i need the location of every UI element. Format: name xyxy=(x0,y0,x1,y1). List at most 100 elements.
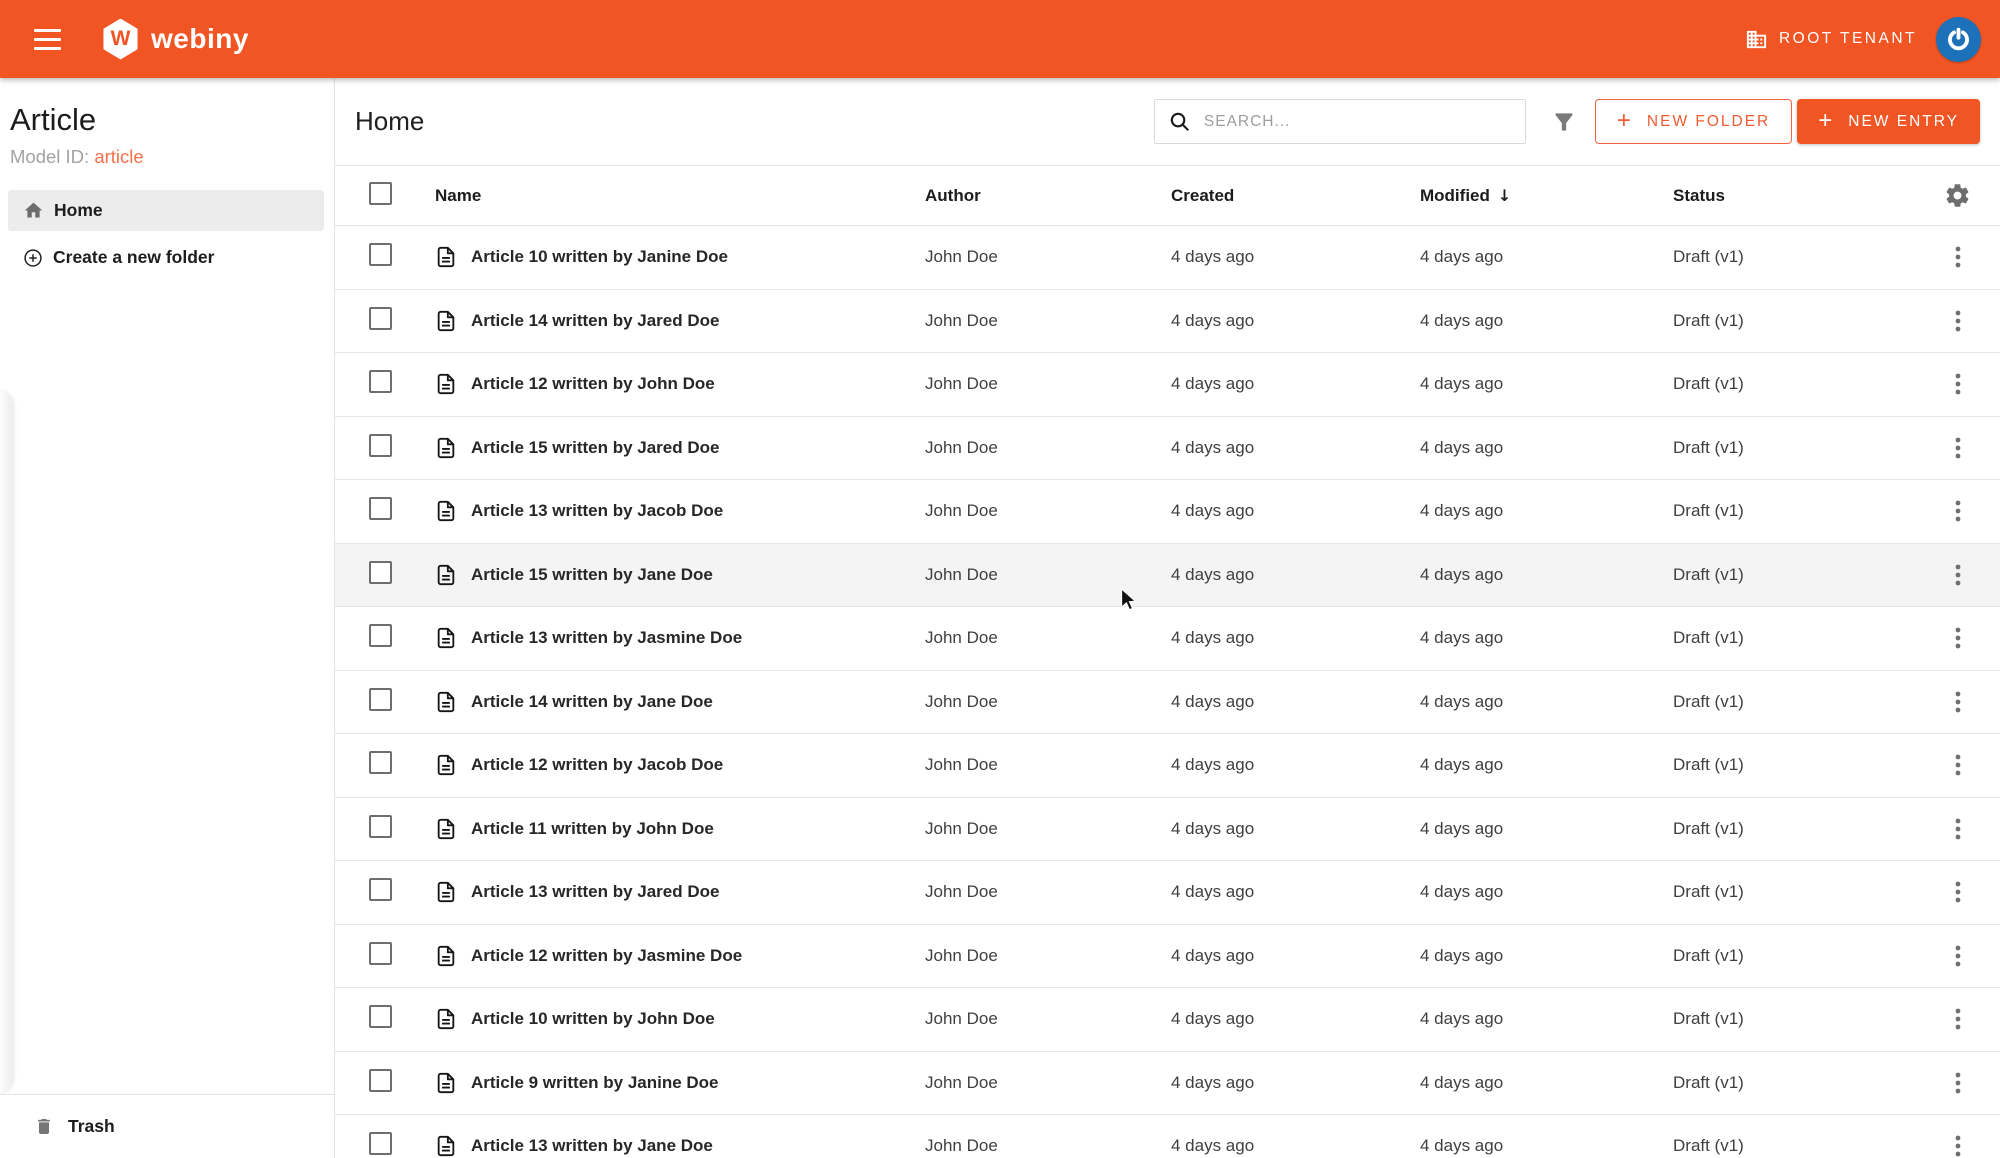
row-checkbox[interactable] xyxy=(369,624,392,648)
table-row[interactable]: Article 13 written by Jane Doe John Doe … xyxy=(335,1115,2000,1158)
column-header-created[interactable]: Created xyxy=(1171,186,1420,206)
row-menu-kebab-icon[interactable] xyxy=(1943,306,1973,336)
row-menu-kebab-icon[interactable] xyxy=(1943,496,1973,526)
row-checkbox[interactable] xyxy=(369,1132,392,1156)
entry-created: 4 days ago xyxy=(1171,1072,1255,1092)
row-checkbox[interactable] xyxy=(369,687,392,711)
row-menu-kebab-icon[interactable] xyxy=(1943,877,1973,907)
row-menu-kebab-icon[interactable] xyxy=(1943,814,1973,844)
tenant-selector[interactable]: ROOT TENANT xyxy=(1745,28,1917,51)
row-checkbox[interactable] xyxy=(369,243,392,267)
table-row[interactable]: Article 12 written by John Doe John Doe … xyxy=(335,353,2000,417)
column-header-name[interactable]: Name xyxy=(435,186,925,206)
table-row[interactable]: Article 14 written by Jared Doe John Doe… xyxy=(335,290,2000,353)
column-header-modified[interactable]: Modified ↓ xyxy=(1420,186,1673,206)
entry-author: John Doe xyxy=(925,628,998,648)
row-menu-kebab-icon[interactable] xyxy=(1943,560,1973,590)
sidebar-item-create-folder[interactable]: Create a new folder xyxy=(8,237,324,278)
entry-status-badge: Draft (v1) xyxy=(1673,564,1744,584)
search-input[interactable] xyxy=(1203,112,1512,131)
document-icon xyxy=(437,755,455,776)
column-label: Name xyxy=(435,185,482,205)
table-row[interactable]: Article 12 written by Jacob Doe John Doe… xyxy=(335,734,2000,798)
row-checkbox[interactable] xyxy=(369,814,392,838)
document-icon xyxy=(437,691,455,712)
row-menu-kebab-icon[interactable] xyxy=(1943,687,1973,717)
filter-button[interactable] xyxy=(1551,109,1577,135)
entry-modified: 4 days ago xyxy=(1420,501,1504,521)
entry-title: Article 10 written by John Doe xyxy=(471,1009,715,1029)
table-row[interactable]: Article 11 written by John Doe John Doe … xyxy=(335,798,2000,861)
entry-status-badge: Draft (v1) xyxy=(1673,628,1744,648)
entry-created: 4 days ago xyxy=(1171,564,1255,584)
entry-modified: 4 days ago xyxy=(1420,1009,1504,1029)
entry-title: Article 13 written by Jacob Doe xyxy=(471,501,724,521)
new-entry-button[interactable]: + NEW ENTRY xyxy=(1797,99,1980,144)
row-checkbox[interactable] xyxy=(369,560,392,584)
entry-title: Article 15 written by Jane Doe xyxy=(471,564,713,584)
row-menu-kebab-icon[interactable] xyxy=(1943,941,1973,971)
entry-created: 4 days ago xyxy=(1171,691,1255,711)
row-checkbox[interactable] xyxy=(369,497,392,521)
entry-status-badge: Draft (v1) xyxy=(1673,691,1744,711)
user-avatar[interactable] xyxy=(1936,16,1981,62)
column-header-author[interactable]: Author xyxy=(925,186,1171,206)
row-checkbox[interactable] xyxy=(369,306,392,330)
row-menu-kebab-icon[interactable] xyxy=(1943,242,1973,272)
row-checkbox[interactable] xyxy=(369,1005,392,1029)
row-menu-kebab-icon[interactable] xyxy=(1943,623,1973,653)
entry-modified: 4 days ago xyxy=(1420,755,1504,775)
filter-funnel-icon xyxy=(1555,112,1573,131)
document-icon xyxy=(437,1136,455,1157)
entry-status-badge: Draft (v1) xyxy=(1673,374,1744,394)
brand-wordmark: webiny xyxy=(151,23,249,54)
row-menu-kebab-icon[interactable] xyxy=(1943,750,1973,780)
table-row[interactable]: Article 9 written by Janine Doe John Doe… xyxy=(335,1052,2000,1115)
entry-status-badge: Draft (v1) xyxy=(1673,882,1744,902)
entry-title: Article 13 written by Jane Doe xyxy=(471,1136,713,1156)
column-header-status[interactable]: Status xyxy=(1673,186,1930,206)
table-row[interactable]: Article 13 written by Jacob Doe John Doe… xyxy=(335,480,2000,544)
entry-title: Article 11 written by John Doe xyxy=(471,818,714,838)
sidebar-item-home[interactable]: Home xyxy=(8,190,324,231)
document-icon xyxy=(437,437,455,458)
sidebar-item-trash[interactable]: Trash xyxy=(0,1094,334,1158)
entry-modified: 4 days ago xyxy=(1420,818,1504,838)
select-all-checkbox[interactable] xyxy=(369,181,392,205)
document-icon xyxy=(437,882,455,903)
table-row[interactable]: Article 10 written by John Doe John Doe … xyxy=(335,988,2000,1052)
row-checkbox[interactable] xyxy=(369,751,392,775)
entry-status-badge: Draft (v1) xyxy=(1673,437,1744,457)
row-checkbox[interactable] xyxy=(369,878,392,902)
row-menu-kebab-icon[interactable] xyxy=(1943,1004,1973,1034)
plus-icon: + xyxy=(1616,106,1633,134)
model-id: Model ID: article xyxy=(10,146,318,168)
table-row[interactable]: Article 15 written by Jane Doe John Doe … xyxy=(335,543,2000,607)
row-menu-kebab-icon[interactable] xyxy=(1943,1131,1973,1158)
entry-author: John Doe xyxy=(925,247,998,267)
model-sidebar: Article Model ID: article Home Create a … xyxy=(0,78,335,1158)
row-menu-kebab-icon[interactable] xyxy=(1943,1068,1973,1098)
row-checkbox[interactable] xyxy=(369,370,392,394)
gravatar-power-icon xyxy=(1948,27,1969,50)
new-folder-label: NEW FOLDER xyxy=(1646,112,1771,130)
row-checkbox[interactable] xyxy=(369,1068,392,1092)
row-menu-kebab-icon[interactable] xyxy=(1943,433,1973,463)
table-row[interactable]: Article 13 written by Jasmine Doe John D… xyxy=(335,607,2000,671)
entry-created: 4 days ago xyxy=(1171,818,1255,838)
table-row[interactable]: Article 13 written by Jared Doe John Doe… xyxy=(335,861,2000,925)
row-checkbox[interactable] xyxy=(369,433,392,457)
new-folder-button[interactable]: + NEW FOLDER xyxy=(1594,99,1793,144)
table-row[interactable]: Article 12 written by Jasmine Doe John D… xyxy=(335,925,2000,988)
menu-icon[interactable] xyxy=(34,28,61,50)
table-settings-gear-icon[interactable] xyxy=(1944,182,1971,209)
row-menu-kebab-icon[interactable] xyxy=(1943,369,1973,399)
row-checkbox[interactable] xyxy=(369,941,392,965)
webiny-logo[interactable]: W webiny xyxy=(102,18,249,60)
entry-created: 4 days ago xyxy=(1171,1009,1255,1029)
table-row[interactable]: Article 10 written by Janine Doe John Do… xyxy=(335,226,2000,290)
table-row[interactable]: Article 15 written by Jared Doe John Doe… xyxy=(335,417,2000,480)
table-row[interactable]: Article 14 written by Jane Doe John Doe … xyxy=(335,671,2000,734)
entry-title: Article 12 written by Jacob Doe xyxy=(471,755,724,775)
plus-circle-icon xyxy=(24,248,42,267)
